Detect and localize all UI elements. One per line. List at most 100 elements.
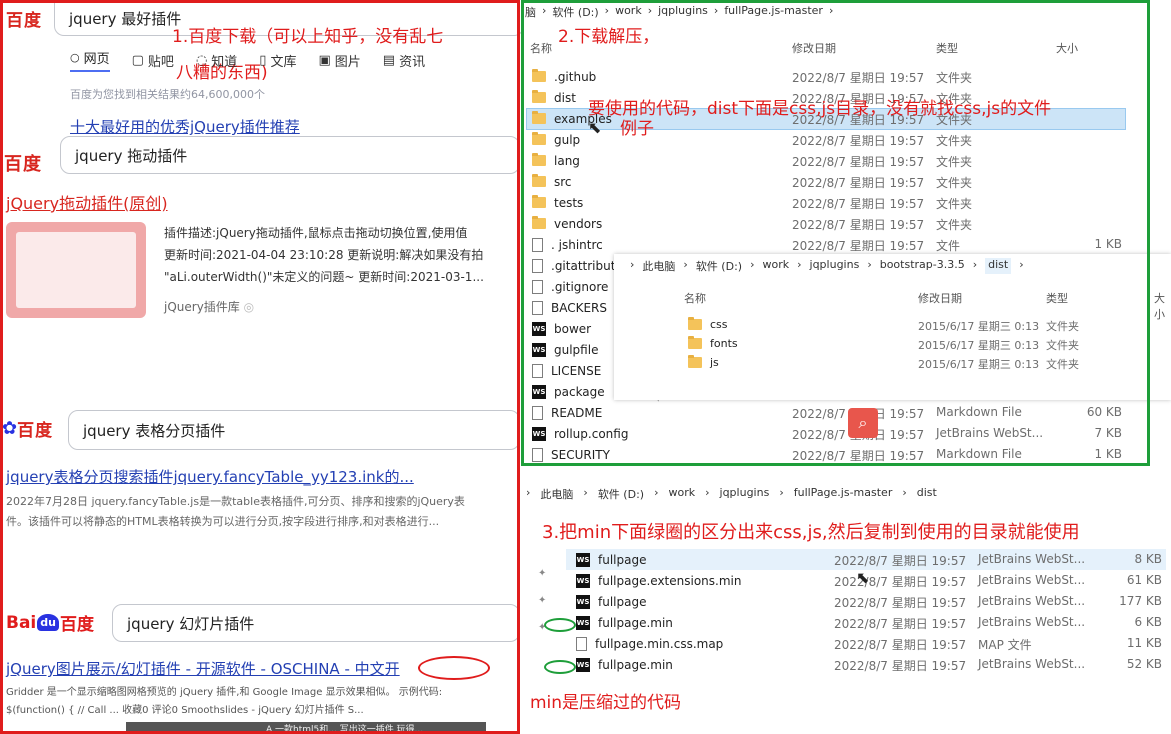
- file-row[interactable]: README2022/8/7 星期日 19:57Markdown File60 …: [532, 402, 1132, 423]
- annotation-step1: 1.百度下载（可以上知乎，没有乱七: [172, 27, 444, 47]
- file-name: bower: [554, 321, 592, 336]
- result-link-1[interactable]: 十大最好用的优秀jQuery插件推荐: [70, 116, 300, 137]
- file-date: 2022/8/7 星期日 19:57: [792, 218, 925, 232]
- file-row[interactable]: tests 2022/8/7 星期日 19:57 文件夹: [532, 192, 1132, 213]
- search-query: jquery 拖动插件: [75, 146, 188, 165]
- tab-web[interactable]: ○ 网页: [70, 48, 110, 72]
- file-name: js: [710, 356, 719, 369]
- annotation-code: 要使用的代码，dist下面是css,js目录，没有就找css,js的文件: [588, 99, 1052, 119]
- tab-wenku[interactable]: ▯ 文库: [259, 48, 296, 72]
- result-thumbnail[interactable]: [6, 222, 146, 318]
- result-desc: 2022年7月28日 jquery.fancyTable.js是一款table表…: [6, 495, 465, 528]
- paw-icon: ✿: [2, 418, 18, 439]
- file-name: package: [554, 384, 605, 399]
- file-row[interactable]: WS fullpage 2022/8/7 星期日 19:57 JetBrains We…: [576, 549, 1170, 570]
- file-row[interactable]: src 2022/8/7 星期日 19:57 文件夹: [532, 171, 1132, 192]
- paw-icon: du: [37, 614, 59, 631]
- file-row[interactable]: fullpage.min.css.map 2022/8/7 星期日 19:57 MA…: [576, 633, 1170, 654]
- file-row[interactable]: lang 2022/8/7 星期日 19:57 文件夹: [532, 150, 1132, 171]
- result-desc: 插件描述:jQuery拖动插件,鼠标点击拖动切换位置,使用值 更新时间:2021…: [164, 226, 484, 284]
- search-overlay-icon[interactable]: ⌕: [848, 408, 878, 438]
- file-icon: [532, 363, 543, 378]
- result-link-2[interactable]: jQuery拖动插件(原创): [6, 190, 168, 214]
- folder-row[interactable]: fonts 2015/6/17 星期三 0:13 文件夹: [688, 334, 1168, 353]
- file-date: 2015/6/17 星期三 0:13: [918, 339, 1040, 352]
- file-name: vendors: [554, 216, 603, 231]
- file-row[interactable]: vendors 2022/8/7 星期日 19:57 文件夹: [532, 213, 1132, 234]
- column-headers: 名称 修改日期 类型 大小: [530, 42, 1078, 55]
- result-source[interactable]: jQuery插件库 ◎: [164, 298, 254, 315]
- search-query: jquery 表格分页插件: [83, 421, 226, 440]
- file-size: 6 KB: [1134, 615, 1162, 629]
- search-input[interactable]: jquery 拖动插件: [60, 136, 520, 174]
- file-row[interactable]: . jshintrc 2022/8/7 星期日 19:57 文件 1 KB: [532, 234, 1132, 255]
- file-row[interactable]: WS fullpage 2022/8/7 星期日 19:57 JetBrains We…: [576, 591, 1170, 612]
- file-date: 2015/6/17 星期三 0:13: [918, 358, 1040, 371]
- search-input[interactable]: jquery 幻灯片插件: [112, 604, 520, 642]
- result-count: 百度为您找到相关结果约64,600,000个: [70, 88, 265, 101]
- file-size: 60 KB: [1086, 405, 1122, 419]
- file-name: lang: [554, 153, 580, 168]
- file-name: LICENSE: [551, 363, 602, 378]
- file-row[interactable]: WS fullpage.min 2022/8/7 星期日 19:57 JetBrain…: [576, 612, 1170, 633]
- search-input[interactable]: jquery 表格分页插件: [68, 410, 520, 450]
- tab-news[interactable]: ▤ 资讯: [383, 48, 425, 72]
- file-icon: [532, 258, 543, 273]
- file-row[interactable]: WS fullpage.min 2022/8/7 星期日 19:57 JetBrain…: [576, 654, 1170, 675]
- file-row[interactable]: WSrollup.config2022/8/7 星期日 19:57JetBrai…: [532, 423, 1132, 444]
- file-row[interactable]: WS fullpage.extensions.min 2022/8/7 星期日 19…: [576, 570, 1170, 591]
- file-date: 2022/8/7 星期日 19:57: [792, 197, 925, 211]
- webstorm-file-icon: WS: [532, 342, 546, 357]
- breadcrumb: › 此电脑 › 软件 (D:) › work › jqplugins › bootstr…: [630, 258, 1024, 274]
- search-query: jquery 最好插件: [69, 10, 182, 28]
- file-icon: [532, 237, 543, 252]
- file-name: fonts: [710, 337, 738, 350]
- file-name: .gitignore: [551, 279, 609, 294]
- result-link-4[interactable]: jQuery图片展示/幻灯插件 - 开源软件 - OSCHINA - 中文开: [6, 658, 400, 679]
- file-type: Markdown File: [936, 405, 1022, 419]
- red-oval-annotation: [418, 656, 490, 680]
- file-name: gulp: [554, 132, 581, 147]
- result-link-3[interactable]: jquery表格分页搜索插件jquery.fancyTable_yy123.in…: [6, 466, 414, 487]
- file-type: 文件夹: [1046, 358, 1079, 371]
- file-type: JetBrains WebSt...: [978, 615, 1086, 629]
- tab-zhidao[interactable]: ◌ 知道: [196, 48, 237, 72]
- file-date: 2022/8/7 星期日 19:57: [792, 449, 925, 463]
- file-type: JetBrains WebSt...: [936, 426, 1044, 440]
- folder-row[interactable]: js 2015/6/17 星期三 0:13 文件夹: [688, 353, 1168, 372]
- file-type: 文件夹: [936, 134, 973, 148]
- tab-tieba[interactable]: ▢ 贴吧: [132, 48, 174, 72]
- folder-row[interactable]: css 2015/6/17 星期三 0:13 文件夹: [688, 315, 1168, 334]
- file-type: 文件夹: [1046, 320, 1079, 333]
- file-date: 2022/8/7 星期日 19:57: [834, 554, 967, 568]
- file-size: 61 KB: [1126, 573, 1162, 587]
- news-icon: ▤: [382, 52, 396, 68]
- file-name: fullpage.min: [598, 615, 673, 630]
- file-type: 文件夹: [936, 71, 973, 85]
- file-date: 2022/8/7 星期日 19:57: [792, 176, 925, 190]
- file-name: fullpage.min.css.map: [595, 636, 724, 651]
- breadcrumb: › 此电脑 › 软件 (D:) › work › jqplugins › fullPag…: [526, 486, 937, 501]
- file-type: 文件夹: [936, 155, 973, 169]
- column-headers: 名称 修改日期 类型 大小: [684, 292, 1165, 321]
- tab-images[interactable]: ▣ 图片: [318, 48, 360, 72]
- folder-icon: [688, 355, 702, 368]
- file-date: 2022/8/7 星期日 19:57: [792, 239, 925, 253]
- file-row[interactable]: .github 2022/8/7 星期日 19:57 文件夹: [532, 66, 1132, 87]
- wenku-icon: ▯: [259, 52, 267, 68]
- annotation-step3: 3.把min下面绿圈的区分出来css,js,然后复制到使用的目录就能使用: [542, 522, 1080, 543]
- file-date: 2022/8/7 星期日 19:57: [834, 617, 967, 631]
- file-icon: [576, 636, 587, 651]
- webstorm-file-icon: WS: [576, 615, 590, 630]
- webstorm-file-icon: WS: [532, 426, 546, 441]
- file-row[interactable]: SECURITY 2022/8/7 星期日 19:57 Markdown File 1…: [532, 444, 1132, 465]
- file-size: 52 KB: [1126, 657, 1162, 671]
- folder-icon: [688, 317, 702, 330]
- image-icon: ▣: [318, 52, 331, 68]
- chevron-icon: ›: [630, 258, 635, 271]
- file-date: 2022/8/7 星期日 19:57: [834, 575, 967, 589]
- baidu-logo: 百度: [4, 154, 42, 175]
- file-type: 文件: [936, 239, 961, 253]
- baidu-logo: ✿ 百度: [2, 418, 54, 441]
- file-date: 2022/8/7 星期日 19:57: [834, 596, 967, 610]
